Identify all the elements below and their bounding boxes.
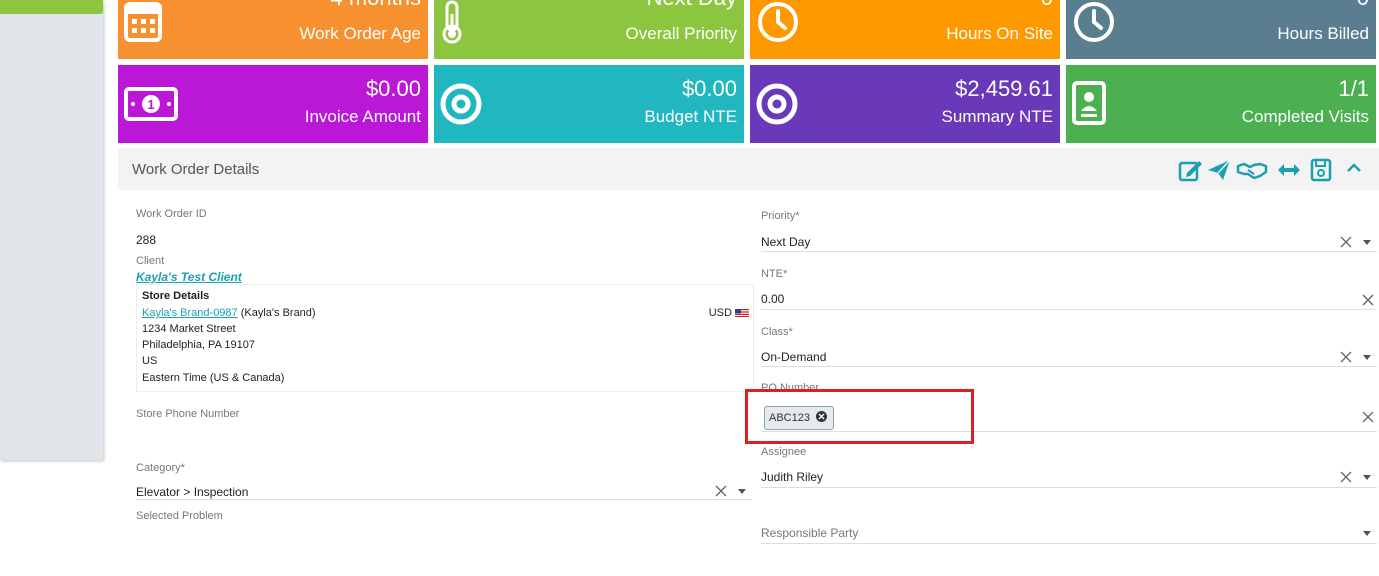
- clock-icon: [1074, 2, 1114, 42]
- tile-invoice-amount: 1 $0.00 Invoice Amount: [118, 65, 428, 143]
- priority-value[interactable]: Next Day: [761, 235, 810, 249]
- class-label: Class*: [761, 326, 793, 338]
- send-icon[interactable]: [1206, 158, 1232, 182]
- po-number-clear-icon[interactable]: [1362, 411, 1374, 423]
- class-value[interactable]: On-Demand: [761, 350, 826, 364]
- tile-overall-priority: Next Day Overall Priority: [434, 0, 744, 59]
- assignee-value[interactable]: Judith Riley: [761, 470, 823, 484]
- category-label: Category*: [136, 462, 185, 474]
- tile-hours-billed: 0 Hours Billed: [1066, 0, 1376, 59]
- nte-input[interactable]: 0.00: [761, 292, 784, 306]
- panel-header: Work Order Details: [118, 148, 1379, 190]
- tile-label: Work Order Age: [299, 24, 421, 43]
- tile-value: $0.00: [681, 76, 737, 101]
- store-brand-line: Kayla's Brand-0987 (Kayla's Brand): [142, 307, 316, 319]
- tile-value: $0.00: [365, 76, 421, 101]
- target-icon: [440, 83, 482, 125]
- priority-label: Priority*: [761, 210, 800, 222]
- work-order-id-value: 288: [136, 233, 157, 247]
- currency-code: USD: [708, 307, 732, 319]
- priority-clear-icon[interactable]: [1340, 236, 1352, 248]
- store-address-line2: Philadelphia, PA 19107: [142, 339, 255, 351]
- tile-completed-visits: 1/1 Completed Visits: [1066, 65, 1376, 143]
- category-value[interactable]: Elevator > Inspection: [136, 485, 248, 499]
- target-icon: [756, 83, 798, 125]
- panel-title: Work Order Details: [132, 161, 260, 178]
- store-brand-link[interactable]: Kayla's Brand-0987: [142, 307, 238, 319]
- tile-label: Completed Visits: [1241, 107, 1369, 126]
- us-flag-icon: [735, 309, 749, 318]
- svg-text:1: 1: [147, 97, 154, 112]
- assignee-dropdown-icon[interactable]: [1363, 475, 1371, 480]
- class-underline: [761, 366, 1377, 367]
- tile-label: Invoice Amount: [304, 107, 421, 126]
- tile-label: Overall Priority: [625, 24, 737, 43]
- tile-label: Hours Billed: [1277, 24, 1369, 43]
- tile-label: Budget NTE: [644, 107, 737, 126]
- store-details-title: Store Details: [142, 290, 210, 302]
- save-icon[interactable]: [1310, 158, 1332, 182]
- chevron-up-icon[interactable]: [1346, 162, 1362, 174]
- tile-value: 4 months: [331, 0, 422, 10]
- tile-value: 0: [1357, 0, 1369, 10]
- category-underline: [136, 499, 752, 500]
- nte-clear-icon[interactable]: [1362, 294, 1374, 306]
- store-timezone: Eastern Time (US & Canada): [142, 372, 285, 384]
- tile-label: Hours On Site: [946, 24, 1053, 43]
- store-details-box: Store Details Kayla's Brand-0987 (Kayla'…: [136, 284, 754, 392]
- class-dropdown-icon[interactable]: [1363, 355, 1371, 360]
- clock-icon: [758, 2, 798, 42]
- store-phone-label: Store Phone Number: [136, 408, 240, 420]
- money-icon: 1: [124, 87, 178, 121]
- store-address-line1: 1234 Market Street: [142, 323, 236, 335]
- highlight-box: [745, 389, 974, 444]
- sidebar-active-item[interactable]: [0, 0, 103, 14]
- tile-value: 0: [1041, 0, 1053, 10]
- priority-underline: [761, 251, 1377, 252]
- priority-dropdown-icon[interactable]: [1363, 240, 1371, 245]
- responsible-party-underline: [761, 543, 1377, 544]
- category-clear-icon[interactable]: [715, 485, 727, 497]
- assignee-label: Assignee: [761, 446, 807, 458]
- tile-summary-nte: $2,459.61 Summary NTE: [750, 65, 1060, 143]
- nte-underline: [761, 309, 1377, 310]
- calendar-icon: [124, 2, 162, 42]
- assignee-clear-icon[interactable]: [1340, 471, 1352, 483]
- edit-icon[interactable]: [1178, 158, 1204, 182]
- store-country: US: [142, 355, 158, 367]
- tile-label: Summary NTE: [941, 107, 1053, 126]
- tile-value: Next Day: [647, 0, 737, 10]
- swap-arrows-icon[interactable]: [1276, 158, 1302, 182]
- tile-value: 1/1: [1338, 76, 1369, 101]
- category-dropdown-icon[interactable]: [738, 489, 746, 494]
- client-label: Client: [136, 255, 165, 267]
- tile-work-order-age: 4 months Work Order Age: [118, 0, 428, 59]
- tile-hours-on-site: 0 Hours On Site: [750, 0, 1060, 59]
- store-currency: USD: [709, 307, 749, 319]
- nte-label: NTE*: [761, 268, 788, 280]
- assignee-underline: [761, 487, 1377, 488]
- sidebar: [0, 0, 103, 460]
- selected-problem-label: Selected Problem: [136, 510, 223, 522]
- responsible-party-label[interactable]: Responsible Party: [761, 526, 858, 540]
- thermometer-icon: [442, 0, 462, 44]
- class-clear-icon[interactable]: [1340, 351, 1352, 363]
- store-brand-suffix: (Kayla's Brand): [237, 307, 316, 319]
- work-order-id-label: Work Order ID: [136, 208, 207, 220]
- client-link[interactable]: Kayla's Test Client: [136, 270, 242, 284]
- handshake-icon[interactable]: [1236, 158, 1268, 182]
- responsible-party-dropdown-icon[interactable]: [1363, 531, 1371, 536]
- tile-value: $2,459.61: [955, 76, 1053, 101]
- id-badge-icon: [1072, 81, 1106, 125]
- tile-budget-nte: $0.00 Budget NTE: [434, 65, 744, 143]
